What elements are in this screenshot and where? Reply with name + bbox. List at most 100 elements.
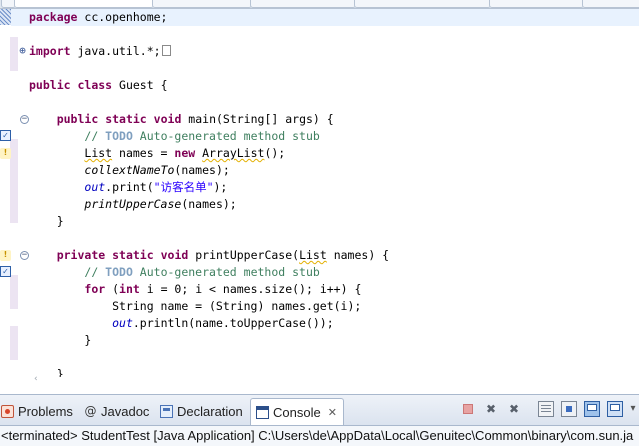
- view-menu-icon[interactable]: ▾: [627, 401, 639, 417]
- code-token: new: [174, 146, 196, 160]
- code-token: String name = (String) names.get(i);: [29, 299, 362, 313]
- task-icon[interactable]: ✓: [0, 266, 11, 277]
- editor-tab[interactable]: [250, 0, 356, 8]
- code-token: public: [56, 112, 99, 126]
- code-line[interactable]: out.print("访客名单");: [29, 179, 227, 196]
- code-line[interactable]: }: [29, 332, 91, 349]
- code-line[interactable]: }: [29, 213, 64, 230]
- ruler-header: [0, 9, 11, 25]
- code-token: (: [105, 282, 120, 296]
- task-icon[interactable]: ✓: [0, 130, 11, 141]
- code-token: TODO: [105, 129, 133, 143]
- tab-console[interactable]: Console ✕: [250, 398, 344, 425]
- code-editor[interactable]: ✓ ! ! ✓ ⊕ − − package cc.openhome; import…: [0, 9, 639, 377]
- code-token: List: [84, 146, 113, 160]
- close-icon[interactable]: ✕: [328, 406, 337, 419]
- editor-tab[interactable]: [354, 0, 491, 8]
- code-line[interactable]: List names = new ArrayList();: [29, 145, 285, 162]
- collapsed-region-icon[interactable]: [161, 45, 171, 56]
- code-token: .print(: [105, 180, 154, 194]
- collapse-fold-icon[interactable]: −: [20, 251, 29, 260]
- editor-tab[interactable]: [489, 0, 584, 8]
- code-line[interactable]: for (int i = 0; i < names.size(); i++) {: [29, 281, 361, 298]
- code-token: //: [84, 265, 106, 279]
- tab-declaration-label: Declaration: [177, 403, 243, 419]
- stop-icon[interactable]: [460, 401, 476, 417]
- display-selected-console-icon[interactable]: [584, 401, 600, 417]
- tab-problems[interactable]: Problems: [1, 399, 73, 423]
- code-line[interactable]: out.println(name.toUpperCase());: [29, 315, 334, 332]
- code-line[interactable]: // TODO Auto-generated method stub: [29, 128, 320, 145]
- warning-icon[interactable]: !: [0, 250, 11, 261]
- code-line[interactable]: printUpperCase(names);: [29, 196, 237, 213]
- remove-launch-icon[interactable]: ✖: [483, 401, 499, 417]
- warning-icon[interactable]: !: [0, 148, 11, 159]
- expand-fold-icon[interactable]: ⊕: [18, 45, 27, 56]
- editor-tab[interactable]: [582, 0, 639, 8]
- code-token: collextNameTo: [84, 163, 175, 177]
- code-token: (names);: [181, 197, 237, 211]
- scroll-lock-icon[interactable]: [538, 401, 554, 417]
- tab-problems-label: Problems: [18, 403, 73, 419]
- code-line[interactable]: private static void printUpperCase(List …: [29, 247, 389, 264]
- code-token: for: [84, 282, 106, 296]
- code-token: );: [213, 180, 228, 194]
- editor-tab[interactable]: [152, 0, 252, 8]
- code-token: printUpperCase(: [188, 248, 300, 262]
- scroll-left-icon[interactable]: ‹: [34, 374, 38, 384]
- change-marker: [10, 275, 18, 309]
- code-token: TODO: [105, 265, 133, 279]
- code-token: void: [153, 112, 182, 126]
- declaration-icon: [160, 404, 173, 418]
- code-line[interactable]: String name = (String) names.get(i);: [29, 298, 361, 315]
- change-marker: [10, 37, 18, 71]
- code-line[interactable]: public class Guest {: [29, 77, 168, 94]
- editor-tab-strip: [0, 0, 639, 9]
- open-console-icon[interactable]: [607, 401, 623, 417]
- code-token: Auto-generated method stub: [132, 265, 320, 279]
- code-token: import: [29, 44, 71, 58]
- console-status-line: <terminated> StudentTest [Java Applicati…: [1, 428, 634, 443]
- code-token: ArrayList: [202, 146, 265, 160]
- code-token: }: [29, 214, 64, 228]
- code-token: }: [29, 333, 92, 347]
- code-line[interactable]: public static void main(String[] args) {: [29, 111, 334, 128]
- code-token: void: [160, 248, 189, 262]
- code-token: List: [299, 248, 327, 262]
- panel-tab-bar: Problems @ Javadoc Declaration Console ✕…: [0, 395, 639, 426]
- code-line[interactable]: // TODO Auto-generated method stub: [29, 264, 320, 281]
- tab-javadoc[interactable]: @ Javadoc: [84, 399, 150, 423]
- code-line[interactable]: package cc.openhome;: [29, 9, 167, 26]
- code-token: Guest {: [112, 78, 168, 92]
- collapse-fold-icon[interactable]: −: [20, 115, 29, 124]
- tab-declaration[interactable]: Declaration: [160, 399, 243, 423]
- editor-tab-active[interactable]: [14, 0, 154, 8]
- code-line[interactable]: collextNameTo(names);: [29, 162, 229, 179]
- code-token: int: [119, 282, 140, 296]
- code-token: //: [84, 129, 106, 143]
- tab-console-label: Console: [273, 404, 321, 420]
- code-token: names) {: [326, 248, 390, 262]
- pin-console-icon[interactable]: [561, 401, 577, 417]
- code-token: class: [77, 78, 113, 92]
- code-token: private: [56, 248, 106, 262]
- code-token: Auto-generated method stub: [132, 129, 320, 143]
- code-token: out: [112, 316, 133, 330]
- console-icon: [256, 405, 269, 419]
- tab-javadoc-label: Javadoc: [101, 403, 150, 419]
- change-marker: [10, 139, 18, 223]
- code-line[interactable]: import java.util.*;: [29, 43, 171, 60]
- code-token: static: [112, 248, 154, 262]
- code-token: names =: [112, 146, 175, 160]
- code-token: printUpperCase: [84, 197, 182, 211]
- change-marker: [10, 326, 18, 360]
- code-token: i = 0; i < names.size(); i++) {: [139, 282, 362, 296]
- remove-all-launches-icon[interactable]: ✖: [506, 401, 522, 417]
